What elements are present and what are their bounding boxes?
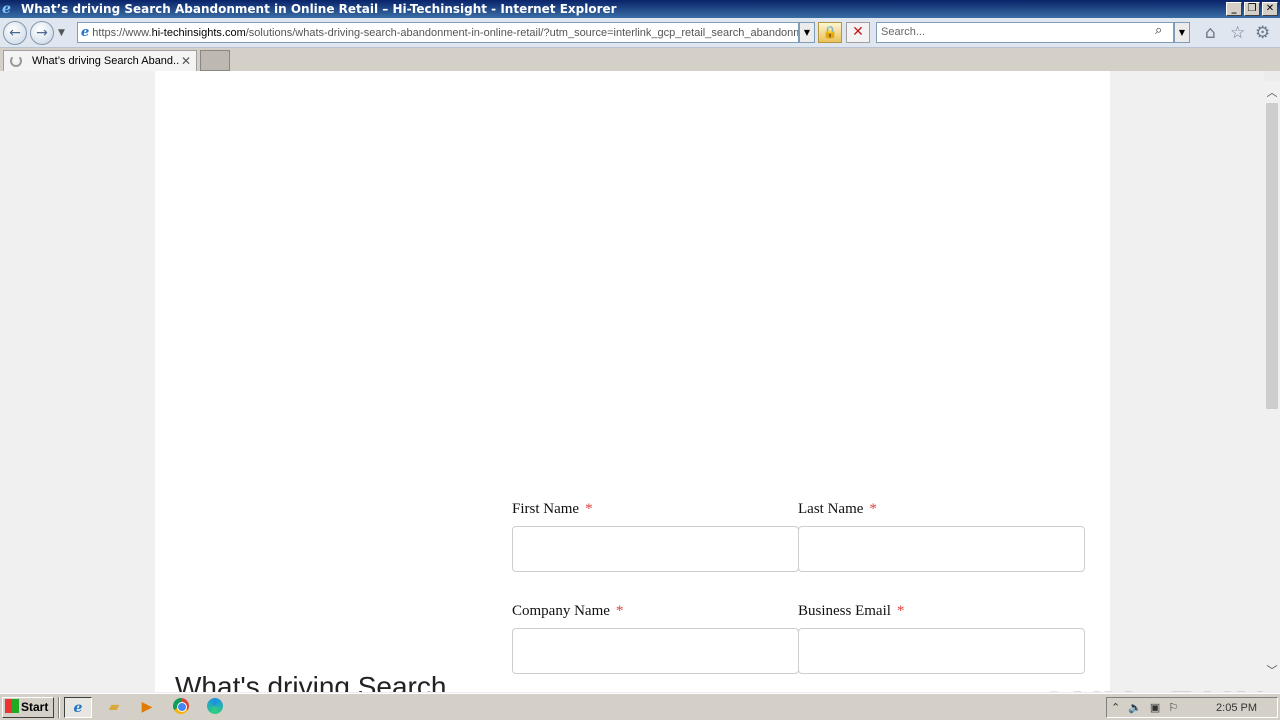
- first-name-input[interactable]: [512, 526, 799, 572]
- tab-label: What’s driving Search Aband...: [32, 55, 179, 67]
- company-name-label: Company Name *: [512, 603, 798, 620]
- favorites-star-icon[interactable]: ☆: [1230, 23, 1245, 43]
- taskbar-chrome-icon[interactable]: [167, 697, 195, 718]
- url-prefix: https://www.: [92, 26, 152, 39]
- start-button[interactable]: Start: [2, 697, 54, 718]
- required-marker: *: [896, 603, 905, 619]
- forward-button[interactable]: →: [30, 21, 54, 45]
- gear-icon[interactable]: ⚙: [1255, 23, 1270, 43]
- address-dropdown-button[interactable]: ▼: [799, 22, 815, 43]
- search-icon[interactable]: ⌕: [1155, 23, 1162, 38]
- chrome-logo-icon: [173, 698, 189, 714]
- tab-bar: What’s driving Search Aband... ✕: [0, 48, 1280, 71]
- back-arrow-icon: ←: [9, 25, 21, 41]
- vertical-scrollbar[interactable]: ︿ ﹀: [1264, 81, 1280, 692]
- close-icon: ✕: [852, 24, 864, 40]
- action-center-flag-icon[interactable]: ⚐: [1168, 701, 1178, 714]
- required-marker: *: [869, 501, 877, 517]
- last-name-input[interactable]: [798, 526, 1085, 572]
- page-headline: What's driving Search: [175, 671, 447, 692]
- taskbar-media-player-icon[interactable]: ▶: [133, 697, 161, 718]
- taskbar-edge-icon[interactable]: [201, 697, 229, 718]
- page-ie-icon: e: [81, 25, 90, 40]
- scroll-down-icon[interactable]: ﹀: [1264, 663, 1280, 679]
- recent-pages-dropdown-icon[interactable]: ▼: [58, 28, 65, 38]
- page-viewport: First Name * Last Name * Company Name * Bus…: [0, 71, 1264, 692]
- url-path: /solutions/whats-driving-search-abandonm…: [245, 26, 799, 39]
- minimize-button[interactable]: _: [1226, 2, 1242, 16]
- page-content: First Name * Last Name * Company Name * Bus…: [155, 71, 1110, 692]
- window-controls: _ ❐ ✕: [1226, 2, 1278, 16]
- address-url[interactable]: https://www.hi-techinsights.com/solution…: [92, 26, 799, 39]
- tab-current[interactable]: What’s driving Search Aband... ✕: [3, 50, 197, 71]
- search-input[interactable]: Search...: [876, 22, 1174, 43]
- first-name-label-text: First Name: [512, 501, 580, 517]
- taskbar-clock[interactable]: 2:05 PM: [1216, 702, 1257, 714]
- business-email-label: Business Email *: [798, 603, 1084, 620]
- back-button[interactable]: ←: [3, 21, 27, 45]
- window-titlebar: e What’s driving Search Abandonment in O…: [0, 0, 1280, 18]
- volume-icon[interactable]: 🔈: [1128, 701, 1142, 714]
- network-icon[interactable]: ▣: [1150, 701, 1160, 714]
- tray-expand-icon[interactable]: ⌃: [1111, 701, 1120, 714]
- company-name-label-text: Company Name: [512, 603, 610, 619]
- first-name-label: First Name *: [512, 501, 798, 518]
- taskbar-folder-icon[interactable]: ▰: [100, 697, 128, 718]
- taskbar-separator: [58, 697, 60, 718]
- business-email-input[interactable]: [798, 628, 1085, 674]
- lock-icon: 🔒: [822, 25, 838, 39]
- anyrun-watermark: ANY▷RUN: [1038, 681, 1264, 692]
- start-label: Start: [21, 700, 49, 714]
- system-tray: ⌃ 🔈 ▣ ⚐ 2:05 PM: [1106, 697, 1278, 718]
- scroll-thumb[interactable]: [1266, 103, 1278, 409]
- search-dropdown-button[interactable]: ▼: [1174, 22, 1190, 43]
- home-icon[interactable]: ⌂: [1205, 23, 1216, 43]
- business-email-field: Business Email *: [798, 603, 1085, 674]
- ie-logo-icon: e: [2, 1, 11, 17]
- required-marker: *: [585, 501, 593, 517]
- forward-arrow-icon: →: [36, 25, 48, 41]
- required-marker: *: [615, 603, 624, 619]
- taskbar: Start e ▰ ▶ ⌃ 🔈 ▣ ⚐ 2:05 PM: [0, 693, 1280, 720]
- edge-logo-icon: [207, 698, 223, 714]
- window-title: What’s driving Search Abandonment in Onl…: [21, 2, 617, 16]
- last-name-label: Last Name *: [798, 501, 1084, 518]
- loading-spinner-icon: [10, 55, 22, 67]
- new-tab-button[interactable]: [200, 50, 230, 71]
- tab-close-icon[interactable]: ✕: [179, 54, 193, 68]
- windows-flag-icon: [5, 699, 19, 713]
- taskbar-ie-icon[interactable]: e: [64, 697, 92, 718]
- restore-button[interactable]: ❐: [1244, 2, 1260, 16]
- url-host: hi-techinsights.com: [151, 26, 246, 39]
- company-name-field: Company Name *: [512, 603, 799, 674]
- first-name-field: First Name *: [512, 501, 799, 572]
- business-email-label-text: Business Email: [798, 603, 891, 619]
- close-window-button[interactable]: ✕: [1262, 2, 1278, 16]
- company-name-input[interactable]: [512, 628, 799, 674]
- last-name-field: Last Name *: [798, 501, 1085, 572]
- scroll-up-icon[interactable]: ︿: [1264, 85, 1280, 101]
- last-name-label-text: Last Name: [798, 501, 864, 517]
- security-lock-button[interactable]: 🔒: [818, 22, 842, 43]
- navigation-bar: ← → ▼ e https://www.hi-techinsights.com/…: [0, 18, 1280, 48]
- stop-button[interactable]: ✕: [846, 22, 870, 43]
- address-bar[interactable]: e https://www.hi-techinsights.com/soluti…: [77, 22, 799, 43]
